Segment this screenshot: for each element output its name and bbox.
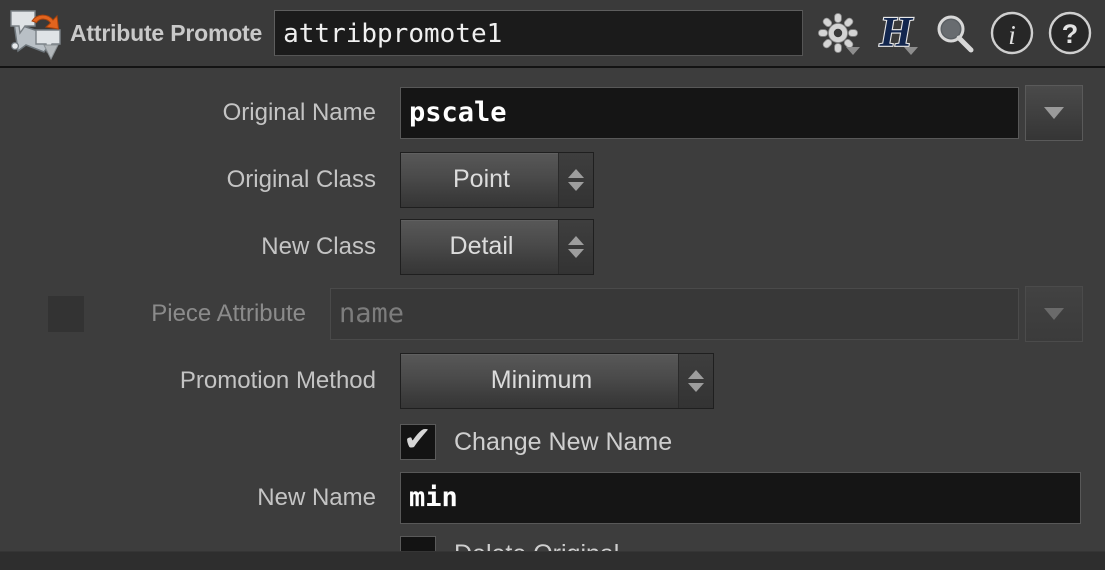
change-new-name-label: Change New Name bbox=[454, 427, 673, 456]
original-class-dropdown[interactable]: Point bbox=[400, 151, 594, 208]
parameter-list: Original Name pscale Original Class Poin… bbox=[0, 68, 1105, 551]
piece-attribute-menu-button[interactable] bbox=[1025, 285, 1083, 342]
chevron-down-icon bbox=[846, 47, 860, 55]
header-icon-bar: H i ? bbox=[811, 5, 1097, 61]
original-name-label: Original Name bbox=[222, 98, 376, 126]
delete-original-checkbox[interactable] bbox=[400, 536, 436, 551]
svg-text:i: i bbox=[1008, 20, 1016, 50]
new-class-label: New Class bbox=[261, 232, 376, 260]
piece-attribute-input[interactable]: name bbox=[330, 287, 1019, 340]
panel-footer bbox=[0, 551, 1105, 570]
piece-attribute-toggle-wrap bbox=[42, 295, 90, 332]
promotion-method-value: Minimum bbox=[490, 366, 593, 394]
attribute-promote-node-icon bbox=[6, 5, 66, 61]
row-delete-original: Delete Original bbox=[0, 526, 1105, 551]
row-promotion-method: Promotion Method Minimum bbox=[0, 347, 1105, 414]
row-original-class: Original Class Point bbox=[0, 146, 1105, 213]
svg-text:?: ? bbox=[1062, 19, 1079, 49]
row-new-class: New Class Detail bbox=[0, 213, 1105, 280]
new-class-dropdown[interactable]: Detail bbox=[400, 218, 594, 275]
promotion-method-dropdown[interactable]: Minimum bbox=[400, 352, 714, 409]
chevron-down-icon bbox=[904, 47, 918, 55]
node-name-input[interactable]: attribpromote1 bbox=[274, 10, 803, 56]
search-icon[interactable] bbox=[927, 5, 981, 61]
page-title: Attribute Promote bbox=[70, 19, 263, 46]
houdini-logo-icon[interactable]: H bbox=[869, 5, 923, 61]
delete-original-label: Delete Original bbox=[454, 540, 619, 552]
spinner-arrows-icon[interactable] bbox=[678, 353, 713, 408]
new-name-label: New Name bbox=[257, 484, 376, 511]
promotion-method-label: Promotion Method bbox=[179, 366, 376, 394]
panel-header: Attribute Promote attribpromote1 H i ? bbox=[0, 0, 1105, 68]
new-name-input[interactable]: min bbox=[400, 472, 1081, 524]
spinner-arrows-icon[interactable] bbox=[558, 219, 593, 274]
checkmark-icon: ✔ bbox=[403, 418, 432, 459]
change-new-name-checkbox[interactable]: ✔ bbox=[400, 418, 436, 460]
original-name-input[interactable]: pscale bbox=[400, 86, 1019, 139]
row-original-name: Original Name pscale bbox=[0, 79, 1105, 146]
help-icon[interactable]: ? bbox=[1043, 5, 1097, 61]
piece-attribute-toggle[interactable] bbox=[48, 295, 84, 332]
chevron-down-icon bbox=[1044, 106, 1064, 119]
info-icon[interactable]: i bbox=[985, 5, 1039, 61]
attribute-promote-parameter-panel: Attribute Promote attribpromote1 H i ? O… bbox=[0, 0, 1105, 570]
original-name-menu-button[interactable] bbox=[1025, 84, 1083, 141]
new-class-value: Detail bbox=[449, 232, 514, 260]
row-new-name: New Name min bbox=[0, 470, 1105, 526]
row-piece-attribute: Piece Attribute name bbox=[0, 280, 1105, 347]
gear-icon[interactable] bbox=[811, 5, 865, 61]
original-class-value: Point bbox=[453, 165, 510, 193]
row-change-new-name: ✔ Change New Name bbox=[0, 414, 1105, 470]
original-class-label: Original Class bbox=[226, 165, 376, 193]
spinner-arrows-icon[interactable] bbox=[558, 152, 593, 207]
chevron-down-icon bbox=[1044, 307, 1064, 320]
piece-attribute-label: Piece Attribute bbox=[151, 299, 306, 327]
